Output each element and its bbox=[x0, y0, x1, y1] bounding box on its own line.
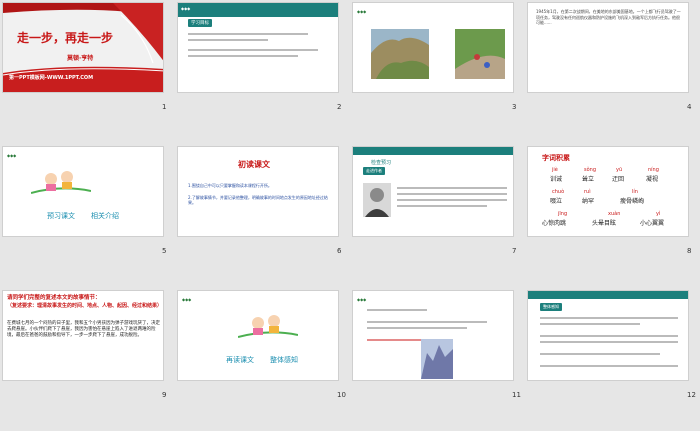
slide-7-header-bar bbox=[353, 147, 513, 155]
text-line bbox=[397, 187, 507, 189]
slide-thumbnail-9[interactable]: 请同学们完整的复述本文的故事情节： （复述要求：理清故事发生的时间、地点、人物、… bbox=[2, 290, 164, 381]
text-line bbox=[540, 341, 678, 343]
mountain-photo bbox=[421, 339, 453, 379]
pinyin: chuò bbox=[552, 189, 565, 195]
slide-number: 6 bbox=[337, 247, 342, 255]
slide-thumbnail-8[interactable]: 字词积累 jiè 训诫 sǒng 耸立 yū 迂回 níng 凝视 chuò 啜… bbox=[527, 146, 689, 237]
slide-8-heading: 字词积累 bbox=[542, 154, 570, 162]
text-line bbox=[540, 353, 660, 355]
word: 头晕目眩 bbox=[592, 220, 617, 227]
pinyin: lín bbox=[632, 189, 638, 195]
kids-illustration bbox=[31, 171, 91, 194]
slide-number: 2 bbox=[337, 103, 342, 111]
text-line bbox=[188, 55, 298, 57]
slide-12-header-bar bbox=[528, 291, 688, 299]
slide-2-header-bar: ◆◆◆ bbox=[178, 3, 338, 17]
word: 小心翼翼 bbox=[640, 220, 665, 227]
pinyin: níng bbox=[648, 167, 659, 173]
pinyin: yū bbox=[616, 167, 623, 173]
pinyin: sǒng bbox=[584, 167, 597, 173]
author-portrait bbox=[363, 183, 391, 217]
slide-number: 8 bbox=[687, 247, 692, 255]
slide-thumbnail-10[interactable]: ◆◆◆ 再读课文 整体感知 bbox=[177, 290, 339, 381]
slide-11-tag: ◆◆◆ bbox=[357, 297, 367, 302]
pinyin: jiè bbox=[552, 167, 558, 173]
slide-7-subheading: 走进作者 bbox=[363, 167, 385, 175]
word: 训诫 bbox=[550, 176, 563, 183]
cliff-photo-1 bbox=[371, 29, 429, 79]
word: 迂回 bbox=[612, 176, 625, 183]
slide-6-point-1: 1.围绕自己中可以只要掌握和读本课程行开所。 bbox=[188, 183, 272, 188]
slide-9-subtitle: （复述要求：理清故事发生的时间、地点、人物、起因、经过和结果） bbox=[7, 303, 163, 309]
text-line bbox=[367, 327, 467, 329]
text-line bbox=[188, 49, 318, 51]
slide-12-heading: 整体感知 bbox=[540, 303, 562, 311]
word: 凝视 bbox=[646, 176, 659, 183]
slide-sorter-grid: 走一步，再走一步 莫顿·亨特 第一PPT模板网-WWW.1PPT.COM 1 ◆… bbox=[0, 0, 700, 431]
slide-5-tag: ◆◆◆ bbox=[7, 153, 17, 158]
word: 啜泣 bbox=[550, 198, 563, 205]
slide-number: 3 bbox=[512, 103, 517, 111]
text-line bbox=[397, 193, 507, 195]
slide-thumbnail-1[interactable]: 走一步，再走一步 莫顿·亨特 第一PPT模板网-WWW.1PPT.COM bbox=[2, 2, 164, 93]
text-line bbox=[367, 321, 487, 323]
slide-1-title: 走一步，再走一步 bbox=[17, 31, 114, 45]
slide-number: 10 bbox=[337, 391, 346, 399]
slide-10-tag: ◆◆◆ bbox=[182, 297, 192, 302]
text-line bbox=[540, 317, 678, 319]
pinyin: xuàn bbox=[608, 211, 621, 217]
slide-number: 4 bbox=[687, 103, 692, 111]
slide-number: 12 bbox=[687, 391, 696, 399]
pinyin: jīng bbox=[558, 211, 568, 217]
slide-10-tag-1: 再读课文 bbox=[226, 356, 254, 364]
slide-6-title: 初读课文 bbox=[238, 159, 270, 169]
slide-1-author: 莫顿·亨特 bbox=[67, 55, 94, 62]
slide-number: 1 bbox=[162, 103, 167, 111]
pinyin: ruì bbox=[584, 189, 591, 195]
slide-number: 5 bbox=[162, 247, 167, 255]
slide-thumbnail-3[interactable]: ◆◆◆ bbox=[352, 2, 514, 93]
slide-9-title: 请同学们完整的复述本文的故事情节： bbox=[7, 295, 101, 301]
word: 心惊肉跳 bbox=[542, 220, 567, 227]
text-line bbox=[188, 39, 268, 41]
slide-number: 11 bbox=[512, 391, 521, 399]
slide-1-footer: 第一PPT模板网-WWW.1PPT.COM bbox=[9, 75, 94, 81]
slide-5-tag-2: 相关介绍 bbox=[91, 212, 119, 220]
slide-2-heading: 学习目标 bbox=[188, 19, 212, 27]
slide-thumbnail-2[interactable]: ◆◆◆ 学习目标 bbox=[177, 2, 339, 93]
word: 耸立 bbox=[582, 176, 595, 183]
slide-7-heading: 检查预习 bbox=[371, 160, 392, 166]
slide-5-tag-1: 预习课文 bbox=[47, 212, 75, 220]
text-line bbox=[188, 33, 308, 35]
word: 瘦骨嶙峋 bbox=[620, 198, 645, 205]
slide-9-body: 在费城七月的一个闷热的日子里，我和五个小男孩因为弹子游戏玩厌了，决定去爬悬崖。小… bbox=[7, 321, 160, 338]
slide-3-tag: ◆◆◆ bbox=[357, 9, 367, 14]
slide-number: 9 bbox=[162, 391, 167, 399]
text-line bbox=[540, 323, 640, 325]
slide-thumbnail-12[interactable]: 整体感知 bbox=[527, 290, 689, 381]
slide-6-point-2: 2.了解故事情节，并要记录他整理，明确故事的时间地点发生的原因地址经过结果。 bbox=[188, 195, 328, 205]
slide-thumbnail-11[interactable]: ◆◆◆ bbox=[352, 290, 514, 381]
text-line bbox=[397, 199, 507, 201]
word: 纳罕 bbox=[582, 198, 595, 205]
text-line bbox=[397, 205, 487, 207]
pinyin: yì bbox=[656, 211, 661, 217]
text-line bbox=[367, 309, 427, 311]
text-line bbox=[540, 335, 678, 337]
slide-thumbnail-6[interactable]: 初读课文 1.围绕自己中可以只要掌握和读本课程行开所。 2.了解故事情节，并要记… bbox=[177, 146, 339, 237]
slide-thumbnail-5[interactable]: ◆◆◆ 预习课文 相关介绍 bbox=[2, 146, 164, 237]
slide-number: 7 bbox=[512, 247, 517, 255]
slide-4-body: 1945年1月，在第二次战期间，在美地的东部美国基地。一个上都飞行员驾驶了一项任… bbox=[536, 9, 681, 25]
slide-10-tag-2: 整体感知 bbox=[270, 356, 298, 364]
slide-thumbnail-7[interactable]: 检查预习 走进作者 bbox=[352, 146, 514, 237]
text-line bbox=[540, 365, 678, 367]
cliff-photo-2 bbox=[455, 29, 505, 79]
kids-illustration bbox=[238, 315, 298, 338]
slide-thumbnail-4[interactable]: 1945年1月，在第二次战期间，在美地的东部美国基地。一个上都飞行员驾驶了一项任… bbox=[527, 2, 689, 93]
